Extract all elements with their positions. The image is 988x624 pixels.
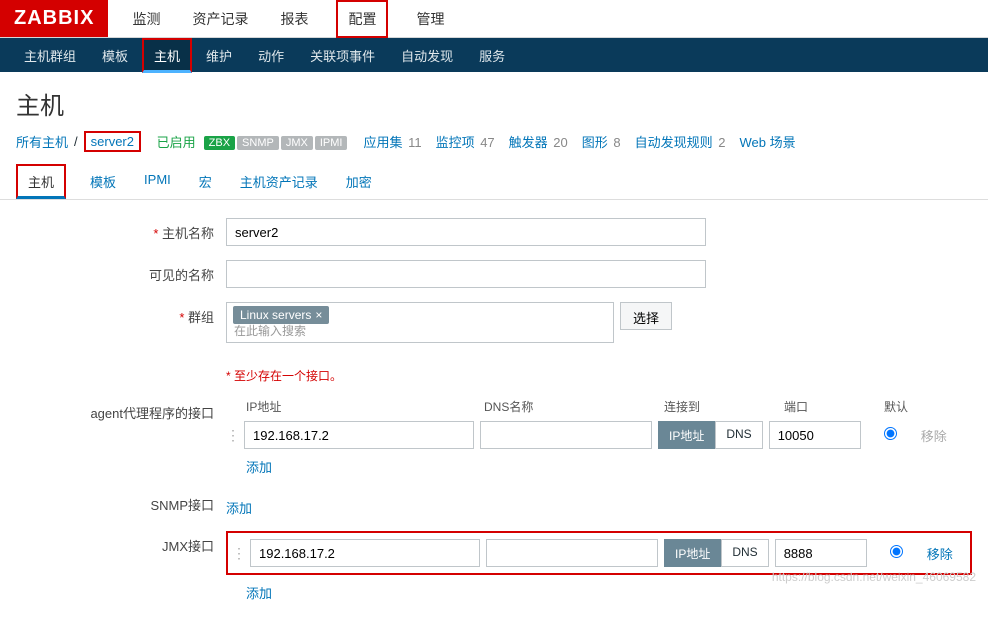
sub-nav-动作[interactable]: 动作 <box>246 38 296 73</box>
visible-name-input[interactable] <box>226 260 706 288</box>
label-groups: 群组 <box>16 302 226 326</box>
jmx-remove-link[interactable]: 移除 <box>927 544 953 563</box>
status-enabled: 已启用 <box>157 132 196 151</box>
tab-IPMI[interactable]: IPMI <box>140 164 175 199</box>
top-nav-报表[interactable]: 报表 <box>276 0 312 38</box>
tab-主机资产记录[interactable]: 主机资产记录 <box>236 164 322 199</box>
agent-ip-input[interactable] <box>244 421 474 449</box>
breadcrumb-all-hosts[interactable]: 所有主机 <box>16 132 68 151</box>
jmx-dns-input[interactable] <box>486 539 658 567</box>
interface-header: IP地址 DNS名称 连接到 端口 默认 <box>226 398 972 415</box>
badge-snmp: SNMP <box>237 136 279 150</box>
sub-nav-主机群组[interactable]: 主机群组 <box>12 38 88 73</box>
agent-connect-ip-button[interactable]: IP地址 <box>658 421 715 449</box>
drag-handle-icon[interactable]: ⋮⋮ <box>226 427 244 444</box>
label-agent-if: agent代理程序的接口 <box>16 398 226 422</box>
jmx-connect-ip-button[interactable]: IP地址 <box>664 539 721 567</box>
jmx-interface-row: ⋮⋮ IP地址 DNS 移除 <box>232 539 966 567</box>
agent-remove-link: 移除 <box>921 426 947 445</box>
breadcrumb: 所有主机 / server2 已启用 ZBXSNMPJMXIPMI 应用集 11… <box>0 131 988 164</box>
top-nav-bar: ZABBIX 监测资产记录报表配置管理 <box>0 0 988 38</box>
sub-nav-模板[interactable]: 模板 <box>90 38 140 73</box>
remove-tag-icon[interactable]: × <box>315 308 322 322</box>
breadcrumb-item-应用集[interactable]: 应用集 11 <box>363 132 421 151</box>
badge-ipmi: IPMI <box>315 136 348 150</box>
jmx-connect-dns-button[interactable]: DNS <box>721 539 768 567</box>
tab-加密[interactable]: 加密 <box>342 164 376 199</box>
top-nav-配置[interactable]: 配置 <box>336 0 388 38</box>
tab-宏[interactable]: 宏 <box>195 164 216 199</box>
watermark: https://blog.csdn.net/weixin_46069582 <box>772 570 976 584</box>
logo: ZABBIX <box>0 0 108 37</box>
label-jmx-if: JMX接口 <box>16 531 226 555</box>
select-group-button[interactable]: 选择 <box>620 302 672 330</box>
breadcrumb-item-图形[interactable]: 图形 8 <box>582 132 621 151</box>
badge-jmx: JMX <box>281 136 313 150</box>
agent-add-link[interactable]: 添加 <box>246 457 272 476</box>
interface-note: * 至少存在一个接口。 <box>226 367 972 384</box>
sub-nav-自动发现[interactable]: 自动发现 <box>389 38 465 73</box>
agent-port-input[interactable] <box>769 421 861 449</box>
host-form: 主机名称 可见的名称 群组 Linux servers× 在此输入搜索 选择 *… <box>0 200 988 624</box>
agent-default-radio[interactable] <box>884 427 897 440</box>
drag-handle-icon[interactable]: ⋮⋮ <box>232 545 250 562</box>
label-visible-name: 可见的名称 <box>16 260 226 284</box>
sub-nav-维护[interactable]: 维护 <box>194 38 244 73</box>
top-nav-监测[interactable]: 监测 <box>128 0 164 38</box>
jmx-add-link[interactable]: 添加 <box>246 583 272 602</box>
jmx-default-radio[interactable] <box>890 545 903 558</box>
agent-interface-row: ⋮⋮ IP地址 DNS 移除 <box>226 421 972 449</box>
top-nav-管理[interactable]: 管理 <box>412 0 448 38</box>
tabs: 主机模板 IPMI 宏主机资产记录加密 <box>0 164 988 200</box>
breadcrumb-host[interactable]: server2 <box>84 131 141 152</box>
agent-dns-input[interactable] <box>480 421 652 449</box>
sub-nav-关联项事件[interactable]: 关联项事件 <box>298 38 387 73</box>
breadcrumb-item-触发器[interactable]: 触发器 20 <box>509 132 568 151</box>
agent-connect-dns-button[interactable]: DNS <box>715 421 762 449</box>
host-name-input[interactable] <box>226 218 706 246</box>
top-nav-资产记录[interactable]: 资产记录 <box>188 0 252 38</box>
sub-nav-服务[interactable]: 服务 <box>467 38 517 73</box>
snmp-add-link[interactable]: 添加 <box>226 498 252 517</box>
label-host-name: 主机名称 <box>16 218 226 242</box>
tab-模板[interactable]: 模板 <box>86 164 120 199</box>
page-title: 主机 <box>0 72 988 131</box>
breadcrumb-item-自动发现规则[interactable]: 自动发现规则 2 <box>635 132 726 151</box>
breadcrumb-item-监控项[interactable]: 监控项 47 <box>436 132 495 151</box>
label-snmp-if: SNMP接口 <box>16 490 226 514</box>
groups-placeholder: 在此输入搜索 <box>234 322 306 339</box>
jmx-port-input[interactable] <box>775 539 867 567</box>
sub-nav-主机[interactable]: 主机 <box>142 38 192 73</box>
tab-主机[interactable]: 主机 <box>16 164 66 199</box>
badge-zbx: ZBX <box>204 136 235 150</box>
breadcrumb-item-Web 场景[interactable]: Web 场景 <box>739 132 795 151</box>
jmx-ip-input[interactable] <box>250 539 480 567</box>
jmx-section: ⋮⋮ IP地址 DNS 移除 <box>226 531 972 575</box>
sub-nav-bar: 主机群组模板主机维护动作关联项事件自动发现服务 <box>0 38 988 72</box>
groups-multiselect[interactable]: Linux servers× 在此输入搜索 <box>226 302 614 343</box>
